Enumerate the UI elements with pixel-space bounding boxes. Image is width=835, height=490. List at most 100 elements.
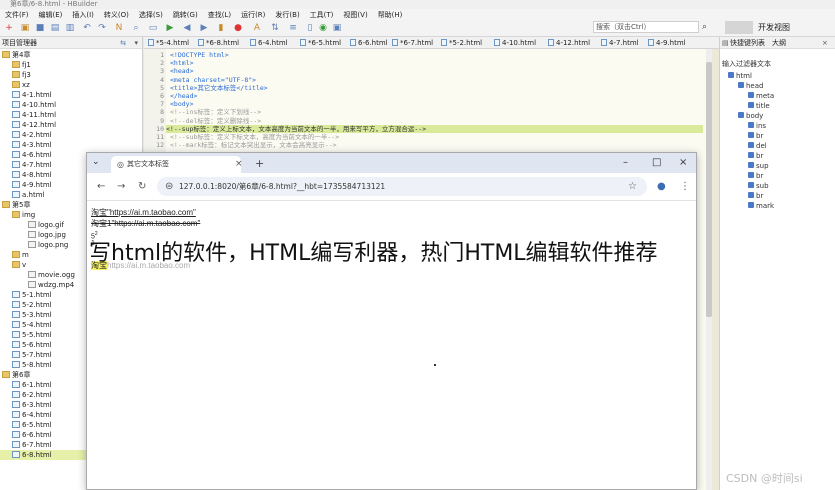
menu-file[interactable]: 文件(F) bbox=[0, 10, 34, 20]
tree-file[interactable]: 4-8.html bbox=[12, 170, 52, 180]
editor-tab[interactable]: *5-2.html bbox=[441, 38, 482, 48]
outline-node[interactable]: del bbox=[748, 141, 767, 151]
outline-node[interactable]: html bbox=[728, 71, 752, 81]
tree-file[interactable]: 6-2.html bbox=[12, 390, 52, 400]
outline-filter-label[interactable]: 输入过滤器文本 bbox=[722, 59, 832, 69]
device-icon[interactable]: ▣ bbox=[332, 23, 342, 33]
tree-folder[interactable]: 第5章 bbox=[2, 200, 30, 210]
menu-help[interactable]: 帮助(H) bbox=[373, 10, 408, 20]
tree-file[interactable]: 5-5.html bbox=[12, 330, 52, 340]
close-icon[interactable]: × bbox=[822, 37, 828, 49]
outline-node[interactable]: title bbox=[748, 101, 770, 111]
editor-tab[interactable]: *5-4.html bbox=[148, 38, 189, 48]
back-icon[interactable]: ← bbox=[97, 182, 105, 192]
tree-file[interactable]: logo.png bbox=[28, 240, 68, 250]
tab-outline[interactable]: 大纲 bbox=[772, 37, 786, 49]
outline-node[interactable]: br bbox=[748, 191, 763, 201]
stop-icon[interactable]: ● bbox=[233, 23, 243, 33]
editor-tab[interactable]: *6-5.html bbox=[300, 38, 341, 48]
tab-shortcut-list[interactable]: 快捷键列表 bbox=[730, 37, 765, 49]
outline-node[interactable]: head bbox=[738, 81, 763, 91]
undo-icon[interactable]: ↶ bbox=[82, 23, 92, 33]
panel-menu-icon[interactable]: ▾ bbox=[134, 37, 138, 49]
collapse-all-icon[interactable]: ⇆ bbox=[120, 37, 126, 49]
tree-folder[interactable]: fj1 bbox=[12, 60, 31, 70]
comment-icon[interactable]: ▭ bbox=[148, 23, 158, 33]
outline-node[interactable]: sup bbox=[748, 161, 769, 171]
bookmark-star-icon[interactable]: ☆ bbox=[628, 182, 637, 192]
search-input[interactable]: 搜索（双击Ctrl） bbox=[593, 21, 699, 33]
window-close-icon[interactable]: × bbox=[679, 157, 687, 168]
preview-toggle[interactable] bbox=[725, 21, 753, 34]
tree-folder[interactable]: xz bbox=[12, 80, 30, 90]
tree-file[interactable]: 4-11.html bbox=[12, 110, 56, 120]
wrap-icon[interactable]: ≡ bbox=[288, 23, 298, 33]
maximize-icon[interactable]: □ bbox=[652, 157, 661, 168]
next-icon[interactable]: ▶ bbox=[199, 23, 209, 33]
tree-file[interactable]: 6-5.html bbox=[12, 420, 52, 430]
tree-file[interactable]: 4-6.html bbox=[12, 150, 52, 160]
tree-file[interactable]: 4-12.html bbox=[12, 120, 56, 130]
tree-file[interactable]: 4-3.html bbox=[12, 140, 52, 150]
sort-icon[interactable]: ⇅ bbox=[270, 23, 280, 33]
tree-folder[interactable]: 第4章 bbox=[2, 50, 30, 60]
tree-file[interactable]: 5-3.html bbox=[12, 310, 52, 320]
tree-file[interactable]: movie.ogg bbox=[28, 270, 75, 280]
editor-tab[interactable]: *6-7.html bbox=[392, 38, 433, 48]
forward-icon[interactable]: → bbox=[117, 182, 125, 192]
editor-tab[interactable]: 4-10.html bbox=[494, 38, 536, 48]
profile-icon[interactable]: ● bbox=[657, 182, 666, 192]
menu-view[interactable]: 视图(V) bbox=[338, 10, 372, 20]
editor-tab[interactable]: 4-7.html bbox=[601, 38, 639, 48]
tree-file[interactable]: 4-9.html bbox=[12, 180, 52, 190]
menu-run[interactable]: 运行(R) bbox=[236, 10, 270, 20]
editor-tab[interactable]: 4-9.html bbox=[648, 38, 686, 48]
outline-node[interactable]: sub bbox=[748, 181, 769, 191]
address-bar[interactable]: 127.0.0.1:8020/第6章/6-8.html?__hbt=173558… bbox=[157, 177, 647, 196]
tree-file[interactable]: logo.gif bbox=[28, 220, 64, 230]
menu-find[interactable]: 查找(L) bbox=[203, 10, 236, 20]
search-icon[interactable]: ⌕ bbox=[702, 22, 712, 32]
tree-file[interactable]: 6-3.html bbox=[12, 400, 52, 410]
outline-node[interactable]: br bbox=[748, 151, 763, 161]
editor-tab[interactable]: 6-4.html bbox=[250, 38, 288, 48]
outline-node[interactable]: body bbox=[738, 111, 763, 121]
browser-tab[interactable]: 其它文本标签 bbox=[111, 156, 241, 173]
tree-file[interactable]: 4-10.html bbox=[12, 100, 56, 110]
site-info-icon[interactable]: ⊜ bbox=[165, 182, 173, 192]
save-icon[interactable]: ■ bbox=[35, 23, 45, 33]
menu-goto[interactable]: 跳转(G) bbox=[168, 10, 203, 20]
tree-file[interactable]: 5-8.html bbox=[12, 360, 52, 370]
outline-node[interactable]: meta bbox=[748, 91, 774, 101]
tree-file[interactable]: 6-1.html bbox=[12, 380, 52, 390]
menu-escape[interactable]: 转义(O) bbox=[99, 10, 134, 20]
menu-select[interactable]: 选择(S) bbox=[134, 10, 168, 20]
editor-tab[interactable]: *6-8.html bbox=[198, 38, 239, 48]
browser-icon[interactable]: ◉ bbox=[318, 23, 328, 33]
menu-tools[interactable]: 工具(T) bbox=[305, 10, 339, 20]
format-code-icon[interactable]: A bbox=[252, 23, 262, 33]
tree-file[interactable]: 5-7.html bbox=[12, 350, 52, 360]
new-tab-icon[interactable]: + bbox=[255, 158, 264, 169]
format-icon[interactable]: N bbox=[114, 23, 124, 33]
outline-node[interactable]: ins bbox=[748, 121, 766, 131]
close-tab-icon[interactable]: × bbox=[235, 159, 243, 169]
tree-folder[interactable]: 第6章 bbox=[2, 370, 30, 380]
tree-file[interactable]: 6-4.html bbox=[12, 410, 52, 420]
minimize-icon[interactable]: – bbox=[623, 157, 628, 168]
tree-folder[interactable]: fj3 bbox=[12, 70, 31, 80]
tree-folder[interactable]: img bbox=[12, 210, 35, 220]
editor-tab[interactable]: 4-12.html bbox=[548, 38, 590, 48]
tree-file[interactable]: 5-1.html bbox=[12, 290, 52, 300]
new-file-icon[interactable]: + bbox=[4, 23, 14, 33]
reload-icon[interactable]: ↻ bbox=[138, 182, 146, 192]
menu-edit[interactable]: 编辑(E) bbox=[34, 10, 68, 20]
redo-icon[interactable]: ↷ bbox=[97, 23, 107, 33]
menu-publish[interactable]: 发行(B) bbox=[270, 10, 304, 20]
tree-folder[interactable]: v bbox=[12, 260, 26, 270]
tree-file[interactable]: 4-2.html bbox=[12, 130, 52, 140]
editor-scrollbar-thumb[interactable] bbox=[706, 62, 712, 317]
print-icon[interactable]: ▥ bbox=[65, 23, 75, 33]
more-menu-icon[interactable]: ⋮ bbox=[680, 182, 690, 192]
save-all-icon[interactable]: ▤ bbox=[50, 23, 60, 33]
